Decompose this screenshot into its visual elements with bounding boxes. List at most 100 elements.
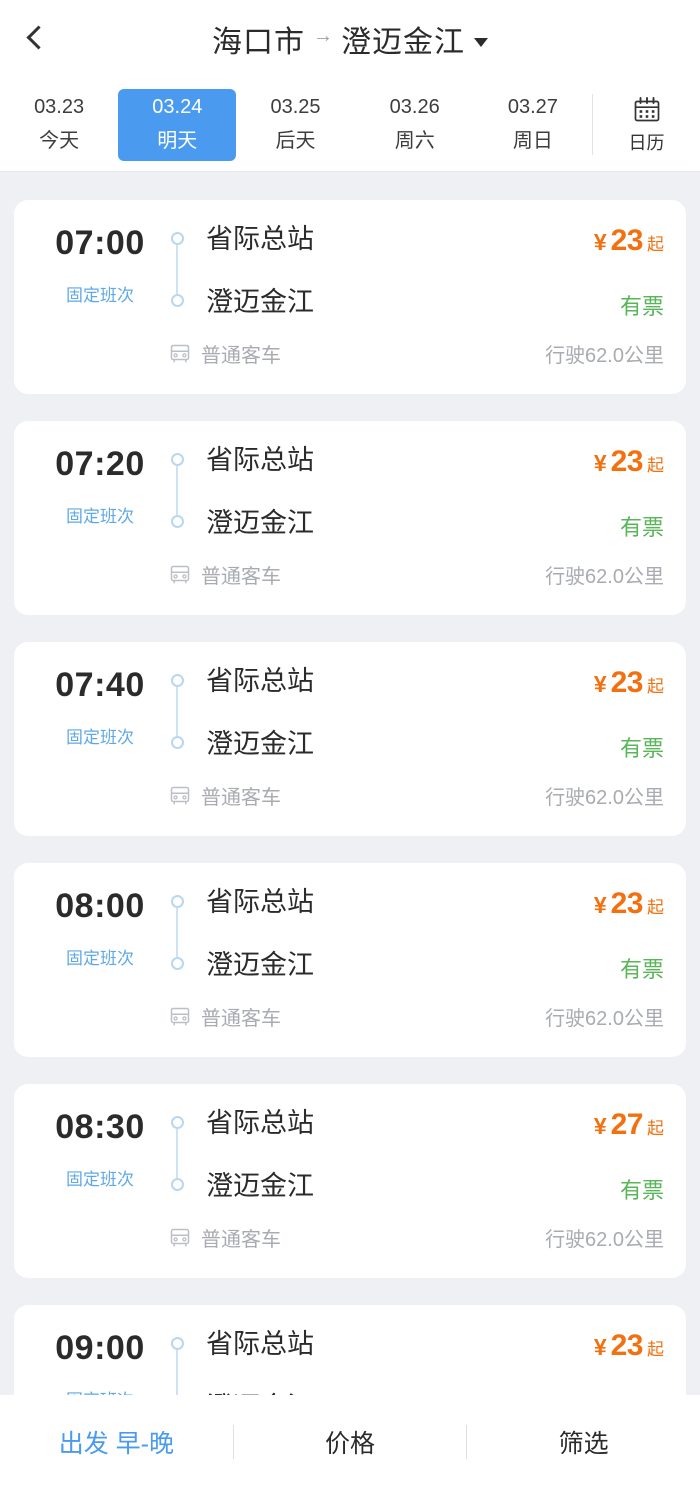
bus-type-label: 普通客车 bbox=[201, 787, 281, 809]
status-badge: 有票 bbox=[619, 957, 664, 982]
bus-type-label: 普通客车 bbox=[201, 1008, 281, 1030]
arrow-right-icon: → bbox=[313, 25, 333, 47]
date-tab-3[interactable]: 03.26 周六 bbox=[356, 89, 474, 161]
station-names: 省际总站 澄迈金江 bbox=[190, 441, 494, 539]
date-tab-date: 03.24 bbox=[152, 96, 203, 118]
chevron-left-icon bbox=[26, 24, 44, 54]
route-timeline bbox=[164, 1104, 190, 1191]
destination-dot-icon bbox=[170, 515, 184, 528]
timeline-line bbox=[176, 908, 178, 957]
date-tab-0[interactable]: 03.23 今天 bbox=[0, 89, 118, 161]
price-value: 23 bbox=[610, 666, 644, 699]
bus-icon bbox=[168, 563, 192, 587]
price-row: ¥ 23 起 bbox=[494, 445, 664, 479]
price-suffix: 起 bbox=[647, 235, 664, 254]
price-suffix: 起 bbox=[647, 1340, 664, 1359]
card-top-row: 08:00 固定班次 省际总站 澄迈金江 ¥ 23 起 有票 bbox=[36, 863, 664, 993]
price-value: 23 bbox=[610, 224, 644, 257]
price-status-block: ¥ 27 起 有票 bbox=[494, 1104, 664, 1205]
price-value: 23 bbox=[610, 1329, 644, 1362]
departure-time-block: 07:40 固定班次 bbox=[36, 662, 164, 748]
destination-station: 澄迈金江 bbox=[206, 287, 314, 317]
timeline-line bbox=[176, 687, 178, 736]
departure-time-block: 08:00 固定班次 bbox=[36, 883, 164, 969]
timeline-line bbox=[176, 1350, 178, 1395]
sort-departure-button[interactable]: 出发 早-晚 bbox=[0, 1408, 233, 1488]
date-selector-bar: 03.23 今天 03.24 明天 03.25 后天 03.26 周六 03.2… bbox=[0, 78, 700, 172]
bus-type-label: 普通客车 bbox=[201, 345, 281, 367]
schedule-card-1[interactable]: 07:20 固定班次 省际总站 澄迈金江 ¥ 23 起 有票 普通客车 行驶62… bbox=[14, 421, 686, 615]
sort-price-button[interactable]: 价格 bbox=[234, 1408, 467, 1488]
destination-dot-icon bbox=[170, 957, 184, 970]
timeline-line bbox=[176, 1129, 178, 1178]
filter-button[interactable]: 筛选 bbox=[467, 1408, 700, 1488]
destination-station: 澄迈金江 bbox=[206, 508, 314, 538]
price-suffix: 起 bbox=[647, 1119, 664, 1138]
date-tab-1[interactable]: 03.24 明天 bbox=[118, 88, 237, 161]
schedule-card-2[interactable]: 07:40 固定班次 省际总站 澄迈金江 ¥ 23 起 有票 普通客车 行驶62… bbox=[14, 642, 686, 836]
card-meta-row: 普通客车 行驶62.0公里 bbox=[36, 560, 664, 589]
destination-dot-icon bbox=[170, 736, 184, 749]
currency-symbol: ¥ bbox=[593, 1334, 607, 1360]
date-tab-2[interactable]: 03.25 后天 bbox=[236, 89, 354, 161]
origin-station: 省际总站 bbox=[206, 666, 314, 696]
bus-type-block: 普通客车 bbox=[36, 1002, 281, 1031]
chevron-down-icon[interactable] bbox=[474, 37, 488, 47]
schedule-type-tag: 固定班次 bbox=[66, 949, 134, 968]
departure-time: 09:00 bbox=[55, 1329, 145, 1367]
origin-station: 省际总站 bbox=[206, 1329, 314, 1359]
schedule-type-tag: 固定班次 bbox=[66, 728, 134, 747]
price-value: 27 bbox=[610, 1108, 644, 1141]
status-badge: 有票 bbox=[619, 736, 664, 761]
schedule-type-tag: 固定班次 bbox=[66, 1170, 134, 1189]
date-tab-4[interactable]: 03.27 周日 bbox=[474, 89, 592, 161]
departure-time: 08:30 bbox=[55, 1108, 145, 1146]
schedule-card-4[interactable]: 08:30 固定班次 省际总站 澄迈金江 ¥ 27 起 有票 普通客车 行驶62… bbox=[14, 1084, 686, 1278]
origin-city: 海口市 bbox=[212, 26, 305, 59]
calendar-button[interactable]: 日历 bbox=[592, 94, 700, 155]
station-names: 省际总站 澄迈金江 bbox=[190, 1104, 494, 1202]
card-meta-row: 普通客车 行驶62.0公里 bbox=[36, 781, 664, 810]
calendar-label: 日历 bbox=[628, 132, 665, 153]
bus-icon bbox=[168, 1226, 192, 1250]
card-meta-row: 普通客车 行驶62.0公里 bbox=[36, 1002, 664, 1031]
station-names: 省际总站 澄迈金江 bbox=[190, 883, 494, 981]
schedule-type-tag: 固定班次 bbox=[66, 507, 134, 526]
departure-time: 07:00 bbox=[55, 224, 145, 262]
bus-type-block: 普通客车 bbox=[36, 560, 281, 589]
price-suffix: 起 bbox=[647, 456, 664, 475]
price-status-block: ¥ 23 起 有票 bbox=[494, 883, 664, 984]
card-meta-row: 普通客车 行驶62.0公里 bbox=[36, 339, 664, 368]
origin-dot-icon bbox=[170, 895, 184, 908]
destination-station: 澄迈金江 bbox=[206, 950, 314, 980]
price-value: 23 bbox=[610, 445, 644, 478]
schedule-list[interactable]: 07:00 固定班次 省际总站 澄迈金江 ¥ 23 起 有票 普通客车 行驶62… bbox=[0, 173, 700, 1395]
date-tab-label: 后天 bbox=[275, 130, 316, 152]
timeline-line bbox=[176, 245, 178, 294]
destination-city: 澄迈金江 bbox=[341, 26, 465, 59]
schedule-card-5[interactable]: 09:00 固定班次 省际总站 澄迈金江 ¥ 23 起 有票 bbox=[14, 1305, 686, 1395]
route-timeline bbox=[164, 883, 190, 970]
bus-type-label: 普通客车 bbox=[201, 1229, 281, 1251]
date-tabs: 03.23 今天 03.24 明天 03.25 后天 03.26 周六 03.2… bbox=[0, 78, 592, 171]
bus-icon bbox=[168, 342, 192, 366]
distance-label: 行驶62.0公里 bbox=[545, 787, 664, 809]
departure-time: 07:40 bbox=[55, 666, 145, 704]
date-tab-date: 03.23 bbox=[34, 96, 85, 118]
distance-label: 行驶62.0公里 bbox=[545, 1229, 664, 1251]
date-tab-label: 周六 bbox=[394, 130, 435, 152]
back-button[interactable] bbox=[0, 0, 70, 78]
schedule-card-0[interactable]: 07:00 固定班次 省际总站 澄迈金江 ¥ 23 起 有票 普通客车 行驶62… bbox=[14, 200, 686, 394]
route-timeline bbox=[164, 662, 190, 749]
price-row: ¥ 23 起 bbox=[494, 224, 664, 258]
price-value: 23 bbox=[610, 887, 644, 920]
origin-station: 省际总站 bbox=[206, 1108, 314, 1138]
price-row: ¥ 23 起 bbox=[494, 666, 664, 700]
schedule-card-3[interactable]: 08:00 固定班次 省际总站 澄迈金江 ¥ 23 起 有票 普通客车 行驶62… bbox=[14, 863, 686, 1057]
card-meta-row: 普通客车 行驶62.0公里 bbox=[36, 1223, 664, 1252]
bus-type-block: 普通客车 bbox=[36, 781, 281, 810]
departure-time-block: 09:00 固定班次 bbox=[36, 1325, 164, 1395]
price-status-block: ¥ 23 起 有票 bbox=[494, 662, 664, 763]
date-tab-label: 周日 bbox=[512, 130, 553, 152]
card-top-row: 07:40 固定班次 省际总站 澄迈金江 ¥ 23 起 有票 bbox=[36, 642, 664, 772]
